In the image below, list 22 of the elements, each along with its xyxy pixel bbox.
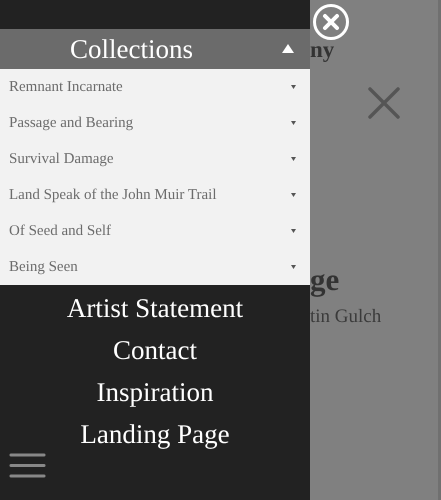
caret-up-icon	[282, 44, 294, 54]
caret-down-icon	[291, 229, 296, 233]
caret-down-icon	[291, 157, 296, 161]
nav-link[interactable]: Contact	[113, 331, 197, 369]
collection-item[interactable]: Land Speak of the John Muir Trail	[0, 177, 310, 213]
collections-header[interactable]: Collections	[0, 28, 310, 69]
caret-down-icon	[291, 85, 296, 89]
page-title: ny	[310, 38, 334, 61]
nav-link[interactable]: Landing Page	[80, 415, 230, 453]
nav-link[interactable]: Artist Statement	[66, 289, 244, 327]
collection-item[interactable]: Being Seen	[0, 249, 310, 285]
collection-item[interactable]: Passage and Bearing	[0, 105, 310, 141]
collection-item[interactable]: Of Seed and Self	[0, 213, 310, 249]
page-heading: ge	[310, 264, 340, 295]
caret-down-icon	[291, 193, 296, 197]
page-subtitle: tin Gulch	[310, 307, 382, 326]
caret-down-icon	[291, 265, 296, 269]
caret-down-icon	[291, 121, 296, 125]
collection-item[interactable]: Remnant Incarnate	[0, 69, 310, 105]
nav-link[interactable]: Inspiration	[96, 373, 214, 411]
collection-item[interactable]: Survival Damage	[0, 141, 310, 177]
menu-icon[interactable]	[9, 453, 46, 478]
